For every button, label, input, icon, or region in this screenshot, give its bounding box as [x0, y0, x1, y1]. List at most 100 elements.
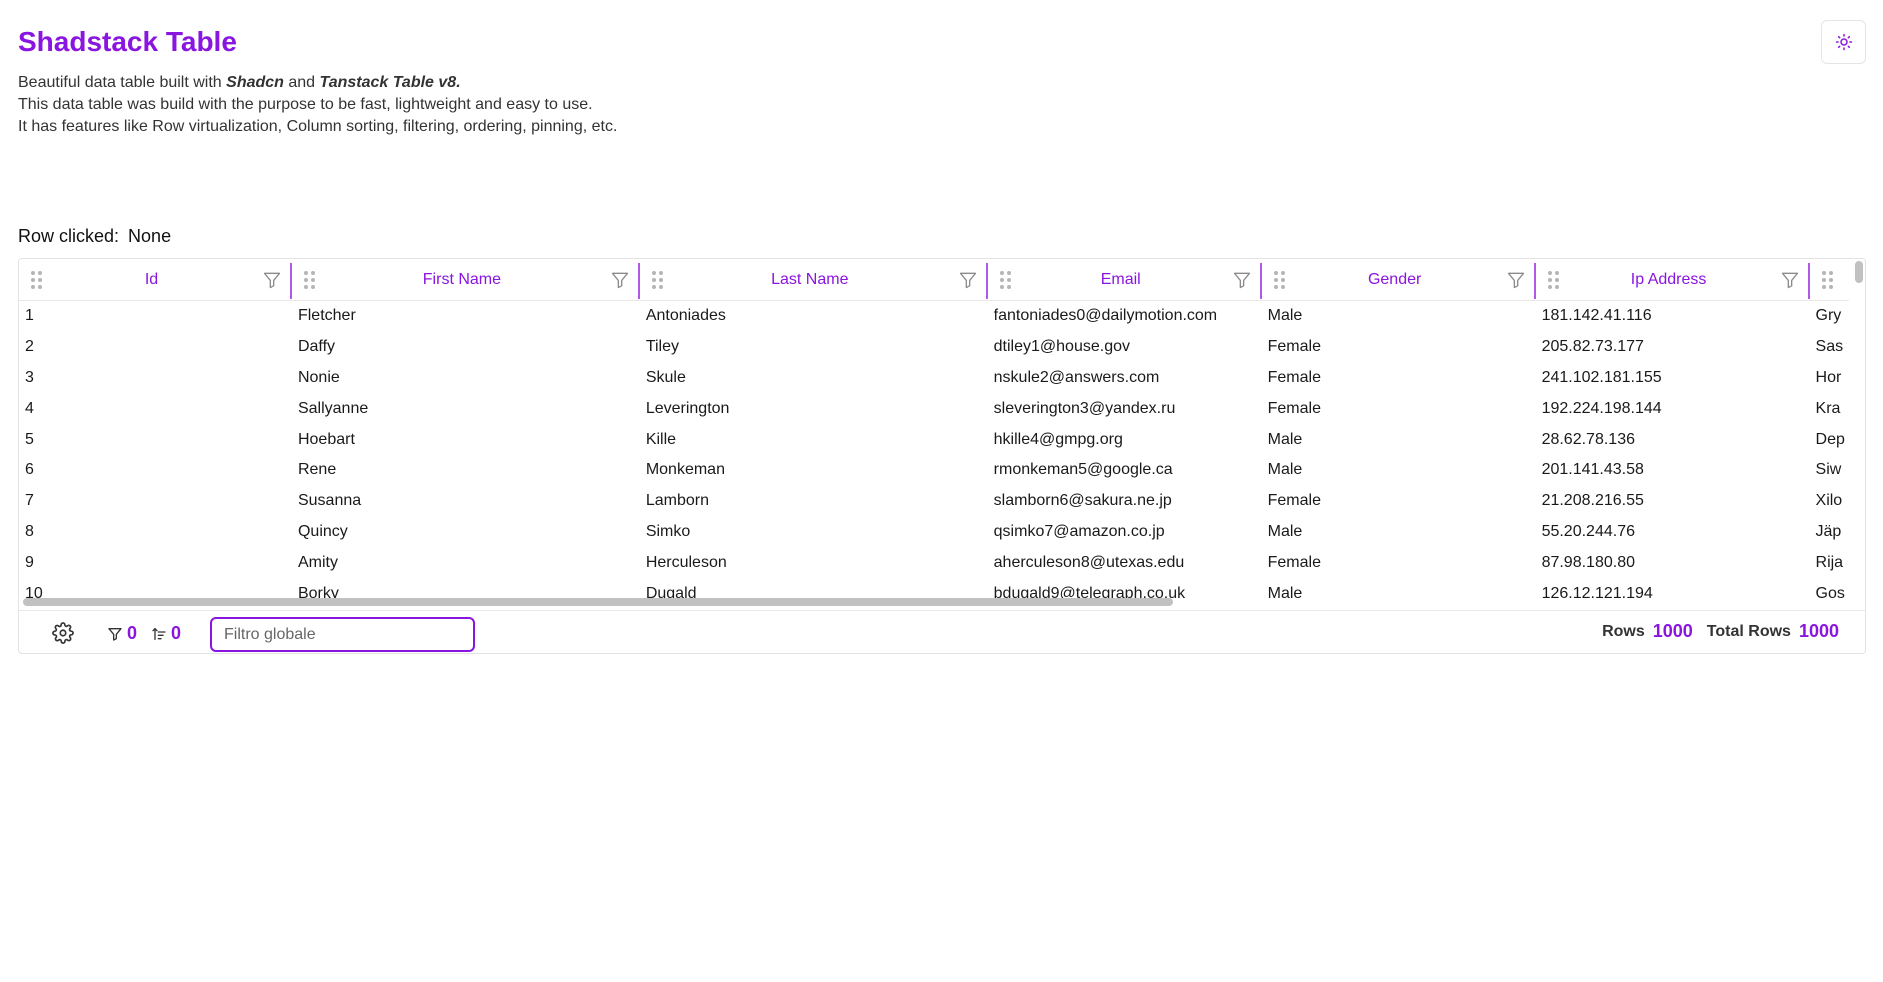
table-cell: Skule: [645, 368, 686, 386]
table-cell: 55.20.244.76: [1541, 522, 1635, 540]
drag-handle-icon[interactable]: [999, 271, 1012, 289]
row-clicked-status: Row clicked: None: [18, 226, 171, 247]
table-cell: Amity: [297, 553, 338, 571]
column-header-label[interactable]: Id: [43, 271, 260, 289]
table-cell: Monkeman: [645, 461, 725, 479]
column-filter-icon[interactable]: [956, 268, 980, 292]
table-cell: Leverington: [645, 399, 730, 417]
table-cell: rmonkeman5@google.ca: [993, 461, 1173, 479]
drag-handle-icon[interactable]: [31, 271, 43, 289]
table-cell: fantoniades0@dailymotion.com: [993, 307, 1218, 325]
filter-count: 0: [127, 623, 138, 643]
table-cell: Male: [1267, 307, 1303, 325]
table-cell: 28.62.78.136: [1541, 430, 1635, 448]
drag-handle-icon[interactable]: [1273, 271, 1286, 289]
table-cell: nskule2@answers.com: [993, 368, 1160, 386]
column-header[interactable]: First Name: [292, 259, 640, 301]
column-header-label[interactable]: Email: [1012, 271, 1230, 289]
column-header-label[interactable]: Gender: [1286, 271, 1504, 289]
table-cell: Male: [1267, 584, 1303, 602]
table-cell: qsimko7@amazon.co.jp: [993, 522, 1165, 540]
row-stats: Rows 1000 Total Rows 1000: [1602, 621, 1839, 642]
table-cell: Rija: [1815, 553, 1844, 571]
table-cell: sleverington3@yandex.ru: [993, 399, 1176, 417]
table-cell: hkille4@gmpg.org: [993, 430, 1123, 448]
table-body: 1 Fletcher Antoniades fantoniades0@dailymot…: [19, 301, 1849, 621]
desc-shadcn: Shadcn: [226, 74, 284, 91]
table-cell: Nonie: [297, 368, 340, 386]
column-filter-icon[interactable]: [260, 268, 284, 292]
table-cell: Female: [1267, 492, 1321, 510]
sort-icon: [152, 627, 166, 640]
column-header[interactable]: [1810, 259, 1849, 301]
total-rows-label: Total Rows: [1706, 622, 1791, 640]
table-cell: Kille: [645, 430, 677, 448]
sort-counter[interactable]: 0: [151, 623, 181, 644]
table-cell: Female: [1267, 368, 1321, 386]
table-cell: 9: [25, 553, 34, 571]
table-cell: 7: [25, 492, 34, 510]
table-cell: 6: [25, 461, 34, 479]
table-cell: slamborn6@sakura.ne.jp: [993, 492, 1172, 510]
column-header-label[interactable]: Ip Address: [1560, 271, 1778, 289]
column-filter-icon[interactable]: [1504, 268, 1528, 292]
column-header[interactable]: Ip Address: [1536, 259, 1810, 301]
drag-handle-icon[interactable]: [1547, 271, 1560, 289]
table-cell: Kra: [1815, 399, 1841, 417]
table-cell: Gos: [1815, 584, 1845, 602]
table-row[interactable]: 8 Quincy Simko qsimko7@amazon.co.jp Male 55.2…: [19, 517, 1849, 548]
column-header[interactable]: Last Name: [640, 259, 988, 301]
desc-and: and: [283, 74, 320, 91]
row-clicked-value: None: [128, 226, 172, 246]
drag-handle-icon[interactable]: [303, 271, 316, 289]
drag-handle-icon[interactable]: [1821, 271, 1834, 289]
table-row[interactable]: 3 Nonie Skule nskule2@answers.com Female 241.…: [19, 363, 1849, 394]
rows-value: 1000: [1652, 621, 1693, 641]
table-cell: 192.224.198.144: [1541, 399, 1662, 417]
column-filter-icon[interactable]: [1230, 268, 1254, 292]
table-cell: Rene: [297, 461, 337, 479]
table-row[interactable]: 5 Hoebart Kille hkille4@gmpg.org Male 28.62.7…: [19, 424, 1849, 455]
table-cell: Male: [1267, 522, 1303, 540]
vertical-scrollbar[interactable]: [1855, 261, 1863, 283]
table-cell: Fletcher: [297, 307, 356, 325]
table-row[interactable]: 7 Susanna Lamborn slamborn6@sakura.ne.jp Fem…: [19, 486, 1849, 517]
global-filter-input[interactable]: [210, 617, 475, 652]
theme-toggle-button[interactable]: [1821, 20, 1866, 64]
total-rows-value: 1000: [1798, 621, 1839, 641]
column-filter-icon[interactable]: [608, 268, 632, 292]
filter-counter[interactable]: 0: [107, 623, 137, 644]
table-cell: 4: [25, 399, 34, 417]
table-row[interactable]: 2 Daffy Tiley dtiley1@house.gov Female 205.82…: [19, 332, 1849, 363]
table-row[interactable]: 1 Fletcher Antoniades fantoniades0@dailymot…: [19, 301, 1849, 332]
table-cell: Quincy: [297, 522, 348, 540]
table-cell: 181.142.41.116: [1541, 307, 1652, 325]
table-cell: Male: [1267, 430, 1303, 448]
description-line-1: Beautiful data table built with Shadcn a…: [18, 72, 617, 94]
table-cell: 5: [25, 430, 34, 448]
column-header[interactable]: Email: [988, 259, 1262, 301]
table-cell: Sas: [1815, 338, 1844, 356]
table-row[interactable]: 6 Rene Monkeman rmonkeman5@google.ca Male 201…: [19, 455, 1849, 486]
table-cell: Female: [1267, 399, 1321, 417]
table-cell: Xilo: [1815, 492, 1843, 510]
column-header[interactable]: Gender: [1262, 259, 1536, 301]
table-cell: 8: [25, 522, 34, 540]
gear-icon[interactable]: [52, 622, 74, 644]
table-cell: Susanna: [297, 492, 362, 510]
column-header-label[interactable]: Last Name: [664, 271, 956, 289]
horizontal-scrollbar[interactable]: [23, 598, 1173, 606]
table-cell: Hor: [1815, 368, 1842, 386]
desc-tanstack: Tanstack Table v8.: [319, 74, 461, 91]
table-row[interactable]: 4 Sallyanne Leverington sleverington3@yande…: [19, 393, 1849, 424]
drag-handle-icon[interactable]: [651, 271, 664, 289]
table-row[interactable]: 9 Amity Herculeson aherculeson8@utexas.edu F…: [19, 547, 1849, 578]
page-title: Shadstack Table: [18, 26, 237, 57]
column-filter-icon[interactable]: [1778, 268, 1802, 292]
column-header-label[interactable]: First Name: [316, 271, 608, 289]
column-header[interactable]: Id: [19, 259, 292, 301]
table-cell: 126.12.121.194: [1541, 584, 1653, 602]
data-table: Id First Name Last Name Email Gender Ip Addre…: [18, 258, 1866, 654]
table-footer: 0 0 Rows 1000 Total Rows 1000: [19, 610, 1865, 653]
row-clicked-label: Row clicked:: [18, 226, 120, 246]
